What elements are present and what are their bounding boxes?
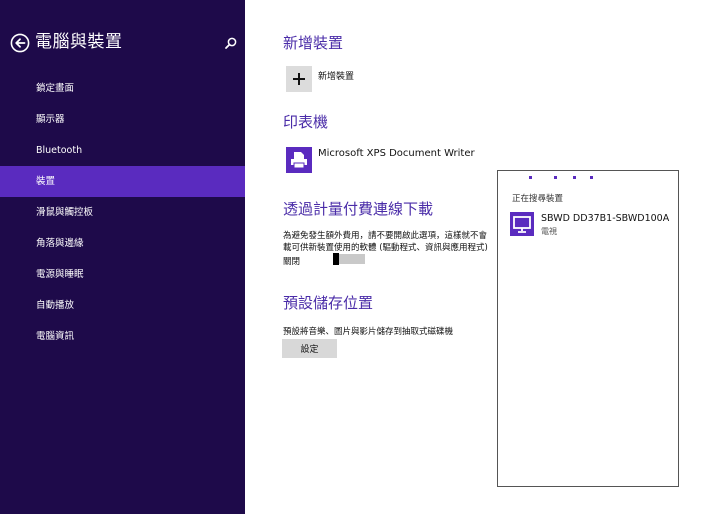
device-search-flyout: 正在搜尋裝置 SBWD DD37B1-SBWD100A 電視 xyxy=(497,170,679,487)
back-arrow-icon[interactable] xyxy=(10,33,30,53)
sidebar: 電腦與裝置 鎖定畫面 顯示器 Bluetooth 裝置 滑鼠與觸控板 角落與邊緣… xyxy=(0,0,245,514)
device-list-item[interactable]: SBWD DD37B1-SBWD100A 電視 xyxy=(508,209,673,239)
device-type: 電視 xyxy=(541,227,557,236)
metered-toggle[interactable] xyxy=(333,253,365,265)
add-device-button[interactable] xyxy=(286,66,312,92)
section-title-add-device: 新增裝置 xyxy=(283,34,344,52)
section-title-metered: 透過計量付費連線下載 xyxy=(283,200,434,218)
plus-icon xyxy=(293,73,305,85)
sidebar-item-bluetooth[interactable]: Bluetooth xyxy=(0,135,245,166)
storage-settings-button[interactable]: 設定 xyxy=(282,339,337,358)
sidebar-item-autoplay[interactable]: 自動播放 xyxy=(0,290,245,321)
device-name: SBWD DD37B1-SBWD100A xyxy=(541,213,670,224)
sidebar-header: 電腦與裝置 xyxy=(10,30,238,56)
sidebar-nav: 鎖定畫面 顯示器 Bluetooth 裝置 滑鼠與觸控板 角落與邊緣 電源與睡眠… xyxy=(0,73,245,352)
progress-dots xyxy=(523,176,593,180)
monitor-icon xyxy=(513,216,531,233)
progress-dot xyxy=(529,176,532,179)
metered-description-line-1: 為避免發生額外費用，請不要開啟此選項，這樣就不會 xyxy=(283,231,488,241)
add-device-label[interactable]: 新增裝置 xyxy=(318,69,354,82)
sidebar-item-mouse-touchpad[interactable]: 滑鼠與觸控板 xyxy=(0,197,245,228)
sidebar-item-devices[interactable]: 裝置 xyxy=(0,166,245,197)
sidebar-title: 電腦與裝置 xyxy=(35,32,123,52)
sidebar-item-display[interactable]: 顯示器 xyxy=(0,104,245,135)
sidebar-item-pc-info[interactable]: 電腦資訊 xyxy=(0,321,245,352)
sidebar-item-lock-screen[interactable]: 鎖定畫面 xyxy=(0,73,245,104)
section-title-printers: 印表機 xyxy=(283,113,329,131)
toggle-thumb xyxy=(333,253,339,265)
storage-description: 預設將音樂、圖片與影片儲存到抽取式磁碟機 xyxy=(283,327,454,337)
section-title-storage: 預設儲存位置 xyxy=(283,294,374,312)
sidebar-item-power-sleep[interactable]: 電源與睡眠 xyxy=(0,259,245,290)
progress-dot xyxy=(590,176,593,179)
search-icon[interactable] xyxy=(224,36,238,50)
printer-tile[interactable] xyxy=(286,147,312,173)
search-status: 正在搜尋裝置 xyxy=(512,194,564,204)
metered-description-line-2: 載可供新裝置使用的軟體 (驅動程式、資訊與應用程式) xyxy=(283,243,488,253)
sidebar-item-corners-edges[interactable]: 角落與邊緣 xyxy=(0,228,245,259)
metered-toggle-label: 關閉 xyxy=(283,257,301,267)
printer-item-label[interactable]: Microsoft XPS Document Writer xyxy=(318,148,475,159)
device-tile xyxy=(510,212,534,236)
progress-dot xyxy=(573,176,576,179)
progress-dot xyxy=(554,176,557,179)
printer-icon xyxy=(291,152,307,169)
